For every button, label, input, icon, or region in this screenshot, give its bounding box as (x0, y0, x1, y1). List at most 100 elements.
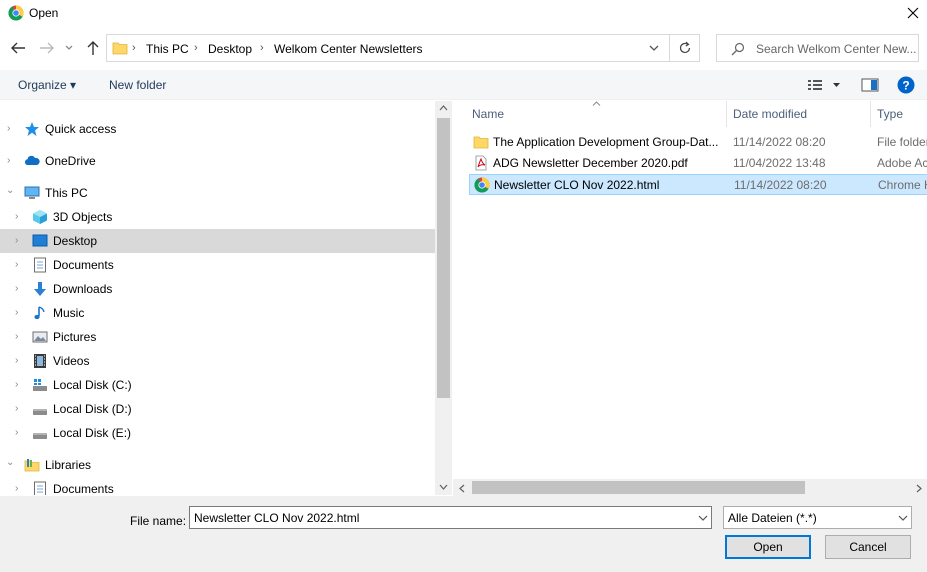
chevron-down-icon[interactable]: ⌄ (6, 185, 16, 197)
video-icon (34, 354, 46, 368)
breadcrumb-separator: › (194, 42, 198, 54)
nav-item-desktop[interactable]: › Desktop (0, 229, 435, 253)
column-header-type[interactable]: Type (877, 107, 903, 121)
arrow-up-icon (87, 41, 99, 55)
address-bar[interactable]: › This PC › Desktop › Welkom Center News… (106, 34, 670, 62)
folder-icon (112, 42, 128, 55)
nav-item-label: Documents (53, 258, 114, 272)
nav-item-label: Local Disk (E:) (53, 426, 132, 440)
nav-item-library-documents[interactable]: › Documents (0, 477, 435, 495)
computer-icon (24, 186, 40, 199)
chevron-right-icon[interactable]: › (15, 331, 25, 343)
library-icon (24, 459, 40, 472)
file-name-value: Newsletter CLO Nov 2022.html (194, 511, 360, 525)
file-name: Newsletter CLO Nov 2022.html (494, 178, 660, 192)
nav-item-this-pc[interactable]: ⌄ This PC (0, 181, 435, 205)
nav-item-downloads[interactable]: › Downloads (0, 277, 435, 301)
column-divider[interactable] (726, 101, 727, 127)
view-options-button[interactable] (807, 77, 847, 93)
file-row-selected[interactable]: Newsletter CLO Nov 2022.html 11/14/2022 … (469, 174, 927, 195)
organize-button[interactable]: Organize ▾ (18, 78, 76, 92)
refresh-button[interactable] (670, 34, 700, 62)
column-divider[interactable] (870, 101, 871, 127)
breadcrumb-separator: › (260, 42, 264, 54)
breadcrumb-current-folder[interactable]: Welkom Center Newsletters (274, 42, 423, 56)
search-input[interactable]: Search Welkom Center New... (716, 34, 919, 62)
forward-button[interactable] (37, 38, 57, 58)
chevron-right-icon[interactable]: › (15, 283, 25, 295)
nav-item-label: Documents (53, 482, 114, 495)
nav-item-3d-objects[interactable]: › 3D Objects (0, 205, 435, 229)
file-type-select[interactable]: Alle Dateien (*.*) (723, 506, 912, 529)
chevron-right-icon[interactable]: › (15, 483, 25, 495)
file-date: 11/14/2022 08:20 (733, 135, 826, 149)
nav-item-onedrive[interactable]: › OneDrive (0, 149, 435, 173)
chevron-right-icon[interactable]: › (15, 379, 25, 391)
file-date: 11/14/2022 08:20 (734, 178, 827, 192)
scroll-left-icon[interactable] (459, 484, 465, 493)
chevron-right-icon[interactable]: › (15, 307, 25, 319)
folder-icon (473, 136, 489, 149)
file-row[interactable]: The Application Development Group-Dat...… (469, 132, 927, 153)
svg-text:?: ? (902, 79, 909, 93)
star-icon (25, 122, 39, 136)
back-button[interactable] (8, 38, 28, 58)
download-icon (34, 282, 46, 296)
chevron-right-icon[interactable]: › (15, 355, 25, 367)
help-button[interactable]: ? (897, 76, 915, 94)
open-button[interactable]: Open (725, 535, 811, 559)
nav-item-label: Local Disk (D:) (53, 402, 132, 416)
file-name: ADG Newsletter December 2020.pdf (493, 156, 688, 170)
chevron-right-icon[interactable]: › (15, 211, 25, 223)
file-name: The Application Development Group-Dat... (493, 135, 719, 149)
scrollbar-thumb[interactable] (437, 118, 450, 398)
breadcrumb-desktop[interactable]: Desktop (208, 42, 252, 56)
chevron-right-icon[interactable]: › (7, 123, 17, 135)
chevron-down-icon[interactable] (649, 45, 659, 52)
breadcrumb-this-pc[interactable]: This PC (146, 42, 189, 56)
file-name-field[interactable]: Newsletter CLO Nov 2022.html (189, 506, 712, 529)
drive-icon (33, 409, 47, 415)
scroll-up-icon[interactable] (439, 105, 448, 111)
sort-ascending-icon (592, 101, 601, 106)
chevron-right-icon[interactable]: › (7, 155, 17, 167)
nav-item-local-disk-d[interactable]: › Local Disk (D:) (0, 397, 435, 421)
chevron-down-icon (65, 45, 73, 50)
chevron-right-icon[interactable]: › (15, 259, 25, 271)
nav-item-videos[interactable]: › Videos (0, 349, 435, 373)
nav-item-pictures[interactable]: › Pictures (0, 325, 435, 349)
nav-item-label: OneDrive (45, 154, 96, 168)
up-button[interactable] (83, 38, 103, 58)
document-icon (34, 481, 46, 495)
chevron-right-icon[interactable]: › (15, 235, 25, 247)
nav-item-local-disk-c[interactable]: › Local Disk (C:) (0, 373, 435, 397)
scroll-right-icon[interactable] (916, 484, 922, 493)
file-type: File folder (877, 135, 927, 149)
nav-item-label: This PC (45, 186, 88, 200)
title-bar (0, 0, 927, 26)
close-button[interactable] (898, 0, 927, 26)
recent-locations-button[interactable] (62, 38, 76, 58)
chevron-down-icon[interactable] (698, 515, 708, 522)
chevron-right-icon[interactable]: › (15, 427, 25, 439)
desktop-icon (32, 234, 48, 247)
nav-item-quick-access[interactable]: › Quick access (0, 117, 435, 141)
preview-pane-button[interactable] (861, 77, 879, 93)
scrollbar-thumb[interactable] (472, 481, 805, 494)
preview-pane-icon (861, 78, 879, 92)
column-header-date-modified[interactable]: Date modified (733, 107, 807, 121)
nav-item-documents[interactable]: › Documents (0, 253, 435, 277)
file-row[interactable]: ADG Newsletter December 2020.pdf 11/04/2… (469, 153, 927, 174)
nav-item-local-disk-e[interactable]: › Local Disk (E:) (0, 421, 435, 445)
nav-item-label: Libraries (45, 458, 92, 472)
column-header-name[interactable]: Name (472, 107, 504, 121)
scroll-down-icon[interactable] (439, 484, 448, 490)
cancel-button[interactable]: Cancel (825, 535, 911, 559)
chevron-right-icon[interactable]: › (15, 403, 25, 415)
nav-item-libraries[interactable]: ⌄ Libraries (0, 453, 435, 477)
refresh-icon (679, 41, 690, 54)
pdf-icon (475, 155, 487, 171)
new-folder-button[interactable]: New folder (109, 78, 166, 92)
chevron-down-icon[interactable]: ⌄ (6, 457, 16, 469)
nav-item-music[interactable]: › Music (0, 301, 435, 325)
